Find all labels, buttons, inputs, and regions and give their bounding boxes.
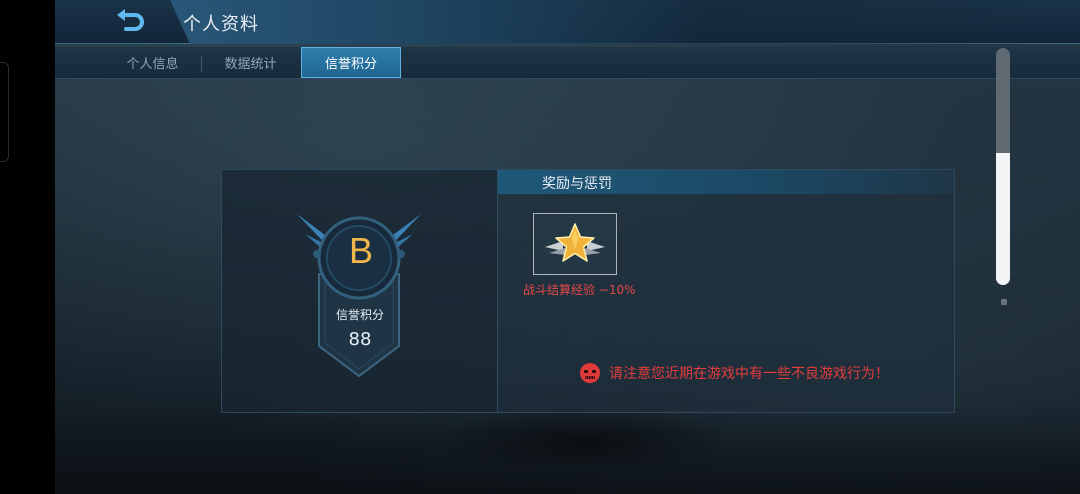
credit-score-value: 88 — [348, 329, 372, 350]
back-arrow-icon — [117, 9, 144, 31]
angry-face-icon — [580, 363, 600, 383]
back-button[interactable] — [110, 4, 150, 40]
bezel-notch — [0, 62, 9, 162]
tab-data-stats[interactable]: 数据统计 — [202, 47, 299, 78]
tab-personal-info[interactable]: 个人信息 — [100, 47, 205, 78]
screen: 个人资料 个人信息 数据统计 信誉积分 B 信誉积分 88 奖励与惩罚 战斗结算… — [0, 0, 1080, 494]
gold-star-icon — [545, 223, 605, 262]
header-title-band — [170, 0, 1080, 44]
scrollbar-thumb[interactable] — [996, 153, 1010, 285]
rewards-panel-title: 奖励与惩罚 — [542, 176, 612, 192]
scroll-indicator — [1001, 299, 1007, 305]
device-bezel — [0, 0, 55, 494]
page-title: 个人资料 — [183, 14, 259, 35]
reward-item-label: 战斗结算经验 −10% — [523, 283, 636, 297]
warning-text: 请注意您近期在游戏中有一些不良游戏行为！ — [609, 366, 889, 382]
profile-screen: 个人资料 个人信息 数据统计 信誉积分 B 信誉积分 88 奖励与惩罚 战斗结算… — [55, 0, 1080, 494]
reward-item[interactable] — [533, 213, 617, 275]
credit-grade: B — [348, 230, 373, 271]
tab-credit-score[interactable]: 信誉积分 — [301, 47, 401, 78]
tab-bar: 个人信息 数据统计 信誉积分 — [55, 47, 1080, 79]
rewards-panel-header: 奖励与惩罚 — [498, 170, 954, 194]
header-bar: 个人资料 — [55, 0, 1080, 44]
background-shade — [55, 404, 1080, 494]
credit-score-label: 信誉积分 — [335, 308, 384, 322]
behavior-warning: 请注意您近期在游戏中有一些不良游戏行为！ — [579, 362, 889, 384]
